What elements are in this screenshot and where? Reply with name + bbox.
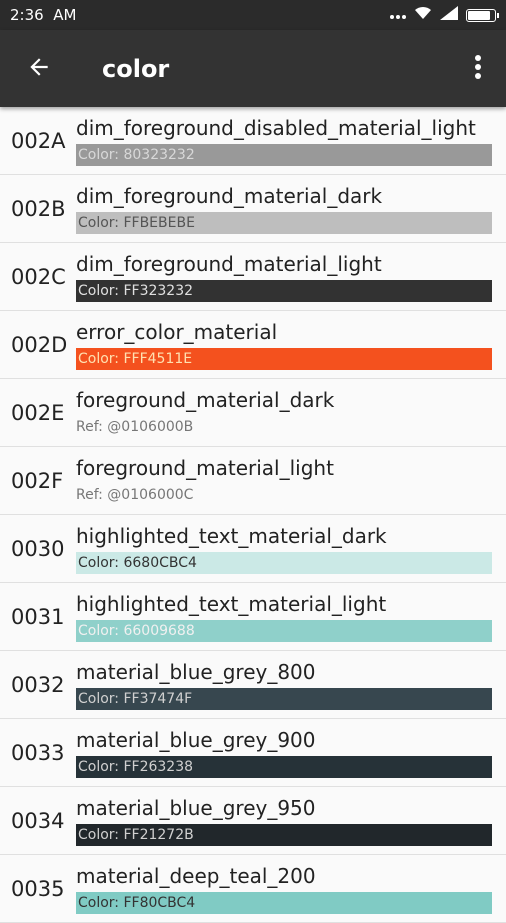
toolbar: color (0, 30, 506, 107)
resource-name: material_blue_grey_900 (76, 728, 316, 752)
color-swatch: Color: 66009688 (76, 620, 492, 642)
list-item[interactable]: 002A dim_foreground_disabled_material_lig… (0, 107, 506, 175)
list-item[interactable]: 0030 highlighted_text_material_dark Color:… (0, 515, 506, 583)
list-item[interactable]: 002E foreground_material_dark Ref: @010600… (0, 379, 506, 447)
resource-name: material_deep_teal_200 (76, 864, 316, 888)
list-item[interactable]: 002B dim_foreground_material_dark Color: F… (0, 175, 506, 243)
status-time: 2:36 AM (10, 6, 390, 24)
resource-name: dim_foreground_material_light (76, 252, 382, 276)
resource-details: material_blue_grey_950 Color: FF21272B (76, 795, 506, 846)
resource-details: error_color_material Color: FFF4511E (76, 319, 506, 370)
wifi-icon (414, 6, 432, 24)
page-title: color (102, 54, 170, 83)
resource-details: foreground_material_dark Ref: @0106000B (76, 387, 506, 438)
resource-details: dim_foreground_material_dark Color: FFBEB… (76, 183, 506, 234)
resource-id: 0030 (11, 536, 65, 561)
clock-time: 2:36 (10, 6, 44, 24)
resource-name: material_blue_grey_950 (76, 796, 316, 820)
resource-id: 0034 (11, 808, 65, 833)
list-item[interactable]: 0031 highlighted_text_material_light Color… (0, 583, 506, 651)
resource-name: error_color_material (76, 320, 278, 344)
resource-name: highlighted_text_material_dark (76, 524, 387, 548)
list-item[interactable]: 0034 material_blue_grey_950 Color: FF21272… (0, 787, 506, 855)
list-item[interactable]: 002D error_color_material Color: FFF4511E (0, 311, 506, 379)
resource-details: dim_foreground_material_light Color: FF32… (76, 251, 506, 302)
list-item[interactable]: 002F foreground_material_light Ref: @01060… (0, 447, 506, 515)
resource-name: material_blue_grey_800 (76, 660, 316, 684)
color-swatch: Color: FF263238 (76, 756, 492, 778)
resource-details: highlighted_text_material_dark Color: 668… (76, 523, 506, 574)
list-item[interactable]: 0035 material_deep_teal_200 Color: FF80CBC… (0, 855, 506, 923)
resource-id: 0035 (11, 876, 65, 901)
back-button[interactable] (0, 30, 78, 107)
more-options-button[interactable] (450, 30, 506, 107)
color-swatch: Color: 6680CBC4 (76, 552, 492, 574)
color-swatch: Color: 80323232 (76, 144, 492, 166)
resource-name: highlighted_text_material_light (76, 592, 387, 616)
resource-name: foreground_material_light (76, 456, 334, 480)
list-item[interactable]: 0033 material_blue_grey_900 Color: FF26323… (0, 719, 506, 787)
status-icons (390, 6, 499, 24)
resource-details: material_blue_grey_900 Color: FF263238 (76, 727, 506, 778)
color-swatch: Color: FFF4511E (76, 348, 492, 370)
color-swatch: Color: FF80CBC4 (76, 892, 492, 914)
resource-name: foreground_material_dark (76, 388, 335, 412)
resource-id: 0033 (11, 740, 65, 765)
resource-list: 002A dim_foreground_disabled_material_lig… (0, 107, 506, 923)
list-item[interactable]: 0032 material_blue_grey_800 Color: FF37474… (0, 651, 506, 719)
color-swatch: Color: FFBEBEBE (76, 212, 492, 234)
battery-fill (468, 10, 490, 20)
resource-name: dim_foreground_material_dark (76, 184, 383, 208)
resource-id: 002F (11, 468, 64, 493)
battery-icon (466, 8, 499, 22)
resource-details: material_blue_grey_800 Color: FF37474F (76, 659, 506, 710)
list-item[interactable]: 002C dim_foreground_material_light Color: … (0, 243, 506, 311)
clock-ampm: AM (53, 6, 77, 24)
arrow-back-icon (26, 54, 52, 84)
more-vertical-icon (474, 54, 482, 84)
resource-id: 0032 (11, 672, 65, 697)
resource-details: dim_foreground_disabled_material_light Co… (76, 115, 506, 166)
dots-icon (390, 6, 406, 24)
resource-name: dim_foreground_disabled_material_light (76, 116, 476, 140)
resource-details: material_deep_teal_200 Color: FF80CBC4 (76, 863, 506, 914)
resource-details: foreground_material_light Ref: @0106000C (76, 455, 506, 506)
resource-reference: Ref: @0106000C (76, 487, 194, 503)
resource-id: 002D (11, 332, 68, 357)
resource-id: 002E (11, 400, 65, 425)
signal-icon (440, 6, 458, 24)
resource-id: 002B (11, 196, 66, 221)
status-bar: 2:36 AM (0, 0, 506, 30)
resource-id: 0031 (11, 604, 65, 629)
resource-details: highlighted_text_material_light Color: 66… (76, 591, 506, 642)
color-swatch: Color: FF21272B (76, 824, 492, 846)
color-swatch: Color: FF323232 (76, 280, 492, 302)
resource-reference: Ref: @0106000B (76, 419, 194, 435)
resource-id: 002C (11, 264, 66, 289)
color-swatch: Color: FF37474F (76, 688, 492, 710)
resource-id: 002A (11, 128, 66, 153)
